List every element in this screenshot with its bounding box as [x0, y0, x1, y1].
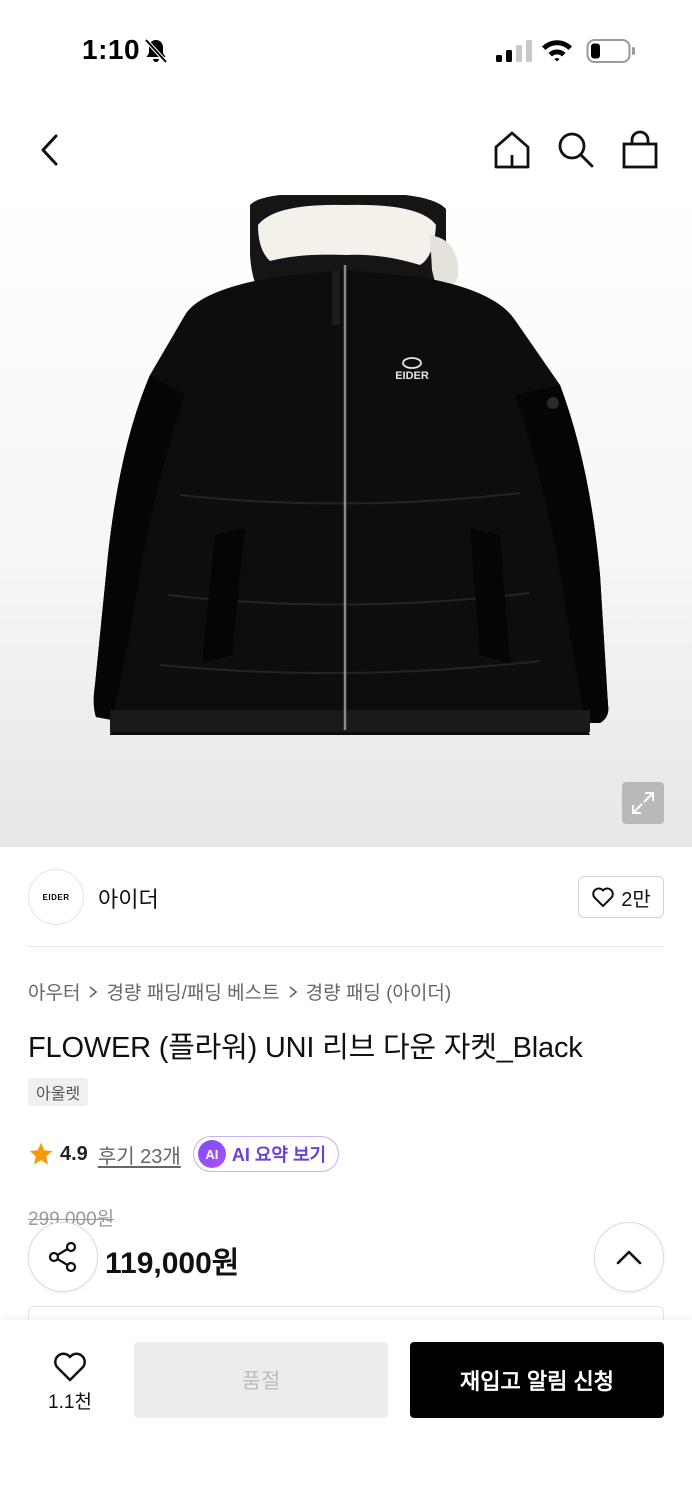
breadcrumb: 아우터 경량 패딩/패딩 베스트 경량 패딩 (아이더): [28, 978, 451, 1005]
divider: [28, 946, 664, 947]
share-icon: [48, 1241, 77, 1273]
outlet-tag: 아울렛: [28, 1078, 89, 1106]
search-button[interactable]: [554, 128, 598, 172]
brand-like-button[interactable]: 2만: [578, 876, 664, 918]
status-time: 1:10: [82, 34, 141, 65]
jacket-logo: EIDER: [395, 370, 429, 382]
wishlist-count: 1.1천: [48, 1391, 92, 1413]
soldout-button[interactable]: 품절: [134, 1342, 388, 1418]
shopping-bag-icon: [622, 130, 658, 169]
brand-name[interactable]: 아이더: [98, 882, 159, 914]
breadcrumb-item[interactable]: 아우터: [28, 978, 80, 1005]
rating-row: 4.9 후기 23개 AI AI 요약 보기: [28, 1135, 340, 1173]
expand-icon: [632, 792, 654, 814]
expand-image-button[interactable]: [622, 782, 664, 824]
status-bar: 1:10: [0, 0, 692, 100]
heart-icon: [54, 1352, 86, 1381]
chevron-right-icon: [88, 985, 98, 999]
ai-badge-icon: AI: [197, 1140, 226, 1168]
heart-icon: [592, 887, 614, 907]
brand-like-count: 2만: [621, 888, 651, 911]
back-button[interactable]: [30, 130, 70, 170]
sale-price: 119,000원: [105, 1247, 240, 1280]
battery-icon: [586, 39, 635, 63]
rating-value: 4.9: [60, 1142, 88, 1165]
jacket-image: EIDER: [93, 195, 609, 735]
bottom-action-bar: 1.1천 품절 재입고 알림 신청: [0, 1320, 692, 1500]
breadcrumb-item[interactable]: 경량 패딩 (아이더): [306, 978, 452, 1005]
brand-row: EIDER 아이더 2만: [28, 868, 664, 926]
home-icon: [494, 131, 530, 169]
review-link[interactable]: 후기 23개: [98, 1140, 181, 1169]
chevron-right-icon: [288, 985, 298, 999]
brand-logo[interactable]: EIDER: [28, 869, 84, 925]
scroll-top-button[interactable]: [594, 1222, 664, 1292]
brand-logo-text: EIDER: [42, 892, 70, 902]
ai-summary-label: AI 요약 보기: [231, 1145, 327, 1165]
signal-icon: [496, 40, 532, 62]
search-icon: [558, 132, 594, 168]
star-icon: [29, 1142, 53, 1165]
product-title: FLOWER (플라워) UNI 리브 다운 자켓_Black: [28, 1032, 583, 1064]
ai-summary-button[interactable]: AI AI 요약 보기: [192, 1136, 340, 1172]
breadcrumb-item[interactable]: 경량 패딩/패딩 베스트: [106, 978, 279, 1005]
product-image[interactable]: EIDER: [0, 195, 692, 847]
cart-button[interactable]: [618, 128, 662, 172]
chevron-up-icon: [616, 1250, 642, 1265]
wishlist-button[interactable]: 1.1천: [28, 1344, 112, 1420]
restock-alert-button[interactable]: 재입고 알림 신청: [410, 1342, 664, 1418]
home-button[interactable]: [490, 128, 534, 172]
wifi-icon: [542, 40, 572, 62]
back-icon: [41, 134, 58, 166]
mute-icon: [144, 38, 168, 64]
top-navigation: [0, 110, 692, 190]
share-button[interactable]: [28, 1222, 98, 1292]
